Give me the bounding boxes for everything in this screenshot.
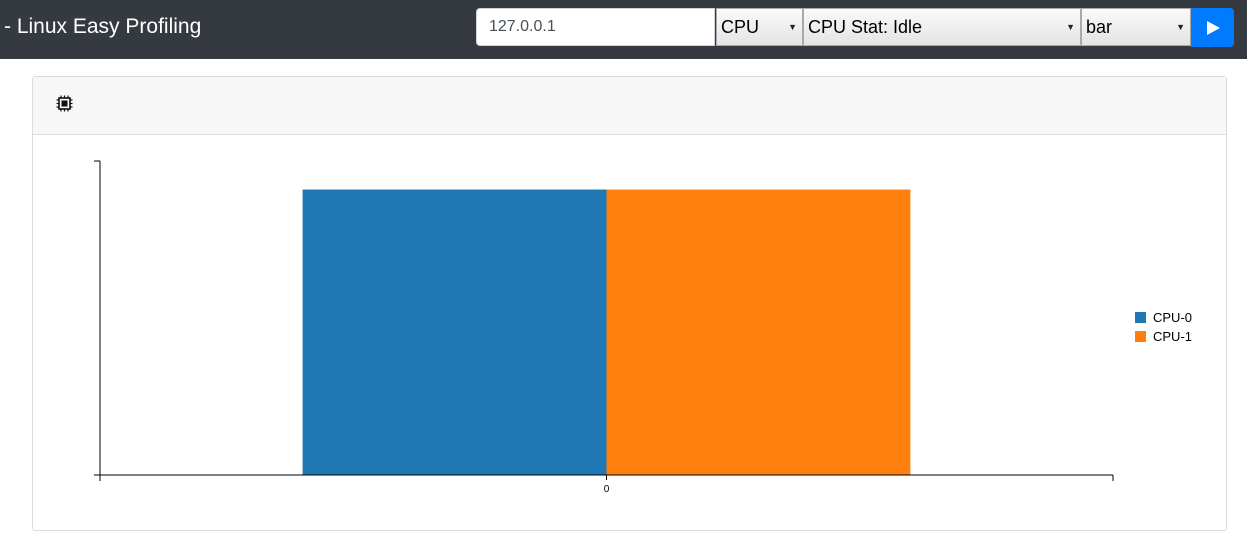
- play-icon: [1207, 21, 1220, 35]
- x-tick-label: 0: [604, 484, 610, 495]
- stat-select[interactable]: CPU Stat: Idle ▼: [803, 8, 1081, 46]
- run-button[interactable]: [1191, 8, 1234, 47]
- stat-select-value: CPU Stat: Idle: [808, 17, 923, 37]
- chart-card: 0 CPU-0 CPU-1: [32, 76, 1227, 531]
- chevron-down-icon: ▼: [1066, 22, 1075, 32]
- bar-cpu-1: [606, 189, 911, 475]
- category-select-value: CPU: [721, 17, 760, 37]
- app-title: - Linux Easy Profiling: [4, 15, 202, 38]
- chevron-down-icon: ▼: [1176, 22, 1185, 32]
- legend-label-cpu-1: CPU-1: [1153, 329, 1192, 344]
- bar-cpu-0: [302, 189, 607, 475]
- top-navbar: - Linux Easy Profiling CPU ▼ CPU Stat: I…: [0, 0, 1247, 59]
- chart-type-select[interactable]: bar ▼: [1081, 8, 1191, 46]
- legend-swatch-cpu-1: [1135, 331, 1146, 342]
- legend-swatch-cpu-0: [1135, 312, 1146, 323]
- host-input[interactable]: [476, 8, 715, 46]
- bar-chart: 0 CPU-0 CPU-1: [94, 160, 1192, 495]
- legend-label-cpu-0: CPU-0: [1153, 310, 1192, 325]
- chart-type-select-value: bar: [1086, 17, 1113, 37]
- category-select[interactable]: CPU ▼: [716, 8, 803, 46]
- chevron-down-icon: ▼: [788, 22, 797, 32]
